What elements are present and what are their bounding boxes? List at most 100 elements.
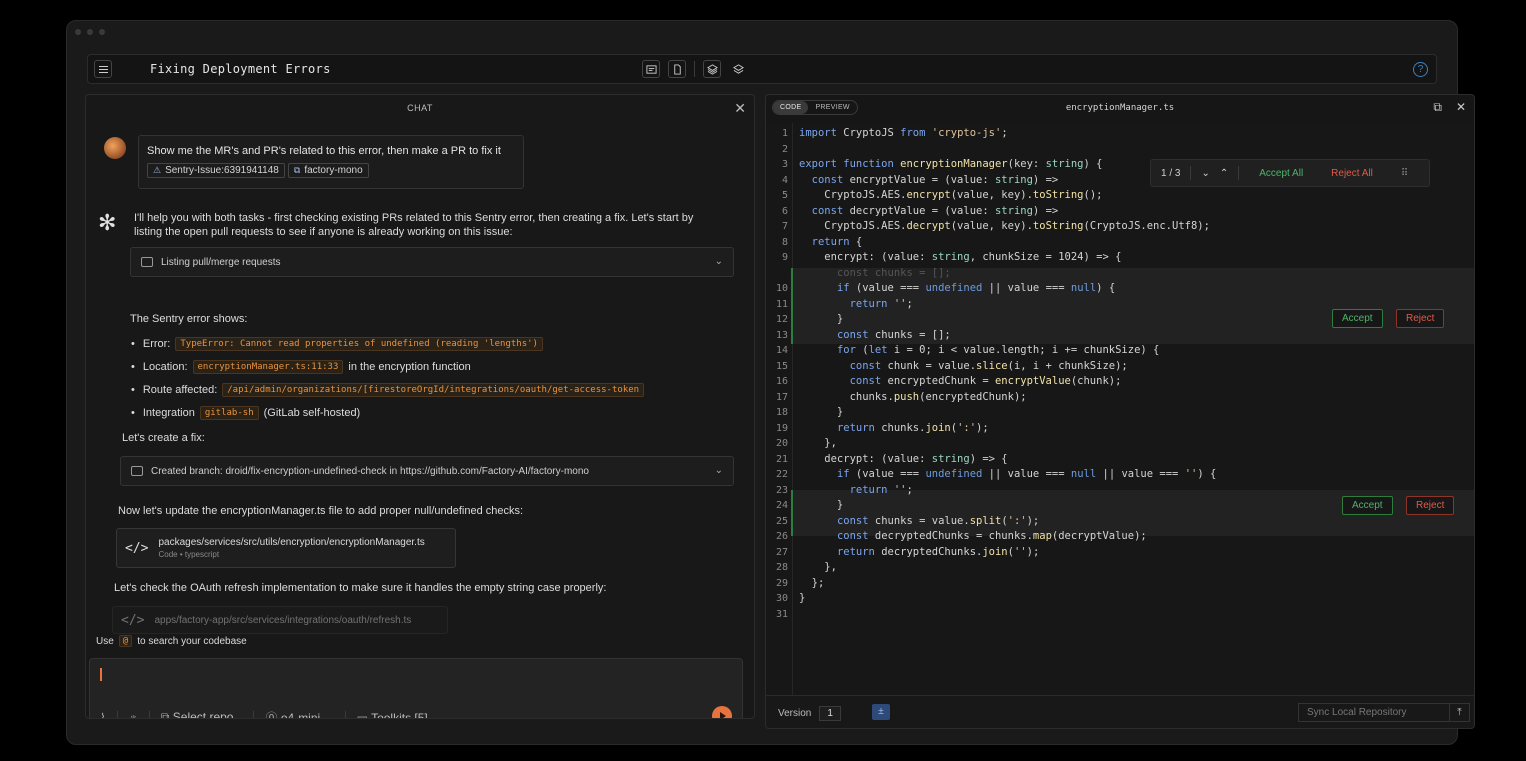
chevron-down-icon: ⌄ <box>714 256 723 267</box>
code-line: 7 CryptoJS.AES.decrypt(value, key).toStr… <box>781 220 1210 232</box>
reject-button[interactable]: Reject <box>1396 309 1445 328</box>
code-line: 20 }, <box>775 437 837 449</box>
list-item: Integrationgitlab-sh(GitLab self-hosted) <box>131 401 644 424</box>
code-line: 16 const encryptedChunk = encryptValue(c… <box>775 375 1122 387</box>
reject-button[interactable]: Reject <box>1406 496 1455 515</box>
list-item: Error:TypeError: Cannot read properties … <box>131 332 644 355</box>
code-area[interactable]: 1 import CryptoJS from 'crypto-js'; 2 3 expo… <box>766 123 1474 695</box>
user-avatar <box>104 137 126 159</box>
repo-chip[interactable]: ⧉ factory-mono <box>287 163 369 178</box>
code-line: 25 const chunks = value.split(':'); <box>775 514 1040 527</box>
code-line: 5 CryptoJS.AES.encrypt(value, key).toStr… <box>781 189 1103 201</box>
repo-icon: ⧉ <box>160 710 170 719</box>
file-card-oauth[interactable]: </> apps/factory-app/src/services/integr… <box>112 606 448 634</box>
upload-icon[interactable]: ⤒ <box>1449 704 1469 721</box>
sync-repo-field[interactable]: Sync Local Repository ⤒ <box>1298 703 1470 722</box>
drag-handle-icon[interactable]: ⠿ <box>1401 168 1408 179</box>
close-chat-icon[interactable]: ✕ <box>734 100 746 117</box>
chevron-down-icon: ⌄ <box>714 465 723 476</box>
chat-view-icon[interactable] <box>642 60 660 78</box>
list-item: Route affected:/api/admin/organizations/… <box>131 378 645 401</box>
code-line: const chunks = []; <box>799 266 951 279</box>
warning-icon: ⚠ <box>153 165 162 175</box>
sentry-heading: The Sentry error shows: <box>130 313 248 325</box>
version-stepper[interactable]: ± <box>872 704 890 720</box>
search-hint: Use @ to search your codebase <box>96 635 247 647</box>
list-item: Location:encryptionManager.ts:11:33in th… <box>131 355 644 378</box>
layers-icon[interactable] <box>703 60 721 78</box>
chevron-up-icon[interactable]: ⌃ <box>1220 168 1228 179</box>
editor-actions: ⧉ ✕ <box>1433 100 1466 115</box>
code-line: 21 decrypt: (value: string) => { <box>775 452 1008 465</box>
accept-all-button[interactable]: Accept All <box>1259 168 1303 179</box>
layers-outline-icon[interactable] <box>729 60 747 78</box>
code-line: 1 import CryptoJS from 'crypto-js'; <box>781 127 1008 139</box>
model-icon: ⓪ <box>265 711 278 719</box>
toolbox-icon: ▭ <box>356 710 368 719</box>
update-text: Now let's update the encryptionManager.t… <box>118 505 524 517</box>
model-dropdown[interactable]: ⓪ o4-mini ⌄ <box>265 709 333 719</box>
tool-call-listing[interactable]: Listing pull/merge requests ⌄ <box>130 247 734 277</box>
help-icon[interactable]: ? <box>1413 62 1428 77</box>
droid-icon: ✻ <box>98 210 117 235</box>
accept-button[interactable]: Accept <box>1332 309 1383 328</box>
code-line: 29 }; <box>775 576 825 589</box>
code-icon: </> <box>121 612 145 628</box>
code-line: 2 <box>781 143 788 155</box>
paperclip-icon[interactable]: ⌇ <box>100 711 106 719</box>
reject-all-button[interactable]: Reject All <box>1331 168 1373 179</box>
code-line: 31 <box>775 608 788 620</box>
chevron-down-icon[interactable]: ⌄ <box>1201 168 1209 179</box>
assistant-intro: I'll help you with both tasks - first ch… <box>134 212 694 238</box>
microphone-icon[interactable]: ♆ <box>129 711 138 719</box>
chat-input[interactable]: ⌇ ♆ ⧉ Select repo ⌄ ⓪ o4-mini ⌄ ▭ Toolki… <box>89 658 743 719</box>
window-controls[interactable] <box>75 29 105 35</box>
repo-icon: ⧉ <box>293 165 301 175</box>
view-toggle-group <box>642 60 747 78</box>
accept-button[interactable]: Accept <box>1342 496 1393 515</box>
code-line: 26 const decryptedChunks = chunks.map(de… <box>775 530 1147 542</box>
session-title: Fixing Deployment Errors <box>150 62 331 76</box>
editor-footer: Version 1 ± Sync Local Repository ⤒ <box>766 695 1474 728</box>
input-toolbar: ⌇ ♆ ⧉ Select repo ⌄ ⓪ o4-mini ⌄ ▭ Toolki… <box>100 709 442 719</box>
oauth-text: Let's check the OAuth refresh implementa… <box>114 582 607 594</box>
user-message-text: Show me the MR's and PR's related to thi… <box>147 145 501 157</box>
code-line: 8 return { <box>781 235 863 248</box>
code-line: 18 } <box>775 406 844 418</box>
code-line: 17 chunks.push(encryptedChunk); <box>775 390 1027 403</box>
editor-panel: CODE PREVIEW encryptionManager.ts ⧉ ✕ 1i… <box>765 94 1475 729</box>
version-control: Version 1 <box>778 706 841 721</box>
fix-heading: Let's create a fix: <box>122 432 205 444</box>
code-line: 27 return decryptedChunks.join(''); <box>775 545 1040 558</box>
sentry-issue-chip[interactable]: ⚠ Sentry-Issue:6391941148 <box>147 163 285 178</box>
version-input[interactable]: 1 <box>819 706 841 721</box>
menu-icon[interactable] <box>94 60 112 78</box>
chat-header: CHAT <box>407 103 433 113</box>
user-message: Show me the MR's and PR's related to thi… <box>138 135 524 189</box>
tool-call-branch[interactable]: Created branch: droid/fix-encryption-und… <box>120 456 734 486</box>
diff-navigator: 1 / 3 ⌄ ⌃ Accept All Reject All ⠿ <box>1150 159 1430 187</box>
sentry-details-list: Error:TypeError: Cannot read properties … <box>131 332 645 424</box>
copy-icon[interactable]: ⧉ <box>1433 100 1442 115</box>
editor-filename: encryptionManager.ts <box>1065 103 1175 113</box>
code-line: 14 for (let i = 0; i < value.length; i +… <box>775 344 1160 356</box>
code-line: 15 const chunk = value.slice(i, i + chun… <box>775 359 1128 372</box>
close-icon[interactable]: ✕ <box>1456 100 1466 115</box>
code-line: 19 return chunks.join(':'); <box>775 421 989 434</box>
chat-panel: CHAT ✕ Show me the MR's and PR's related… <box>85 94 755 719</box>
send-button[interactable] <box>712 706 732 718</box>
app-window: Fixing Deployment Errors ? CHAT ✕ Show m… <box>66 20 1475 745</box>
toolkits-dropdown[interactable]: ▭ Toolkits [5] ⌄ <box>356 710 442 719</box>
code-line: 6 const decryptValue = (value: string) =… <box>781 204 1059 217</box>
top-bar: Fixing Deployment Errors ? <box>87 54 1437 84</box>
code-line: 13 const chunks = []; <box>775 328 951 341</box>
document-view-icon[interactable] <box>668 60 686 78</box>
code-icon: </> <box>125 540 149 556</box>
code-line: 9 encrypt: (value: string, chunkSize = 1… <box>781 251 1122 263</box>
file-card-encryption[interactable]: </> packages/services/src/utils/encrypti… <box>116 528 456 568</box>
code-line: 30} <box>775 592 806 604</box>
branch-icon <box>131 466 143 476</box>
code-line: 28 }, <box>775 561 837 573</box>
select-repo-dropdown[interactable]: ⧉ Select repo ⌄ <box>160 710 243 719</box>
code-line: 22 if (value === undefined || value === … <box>775 468 1217 480</box>
